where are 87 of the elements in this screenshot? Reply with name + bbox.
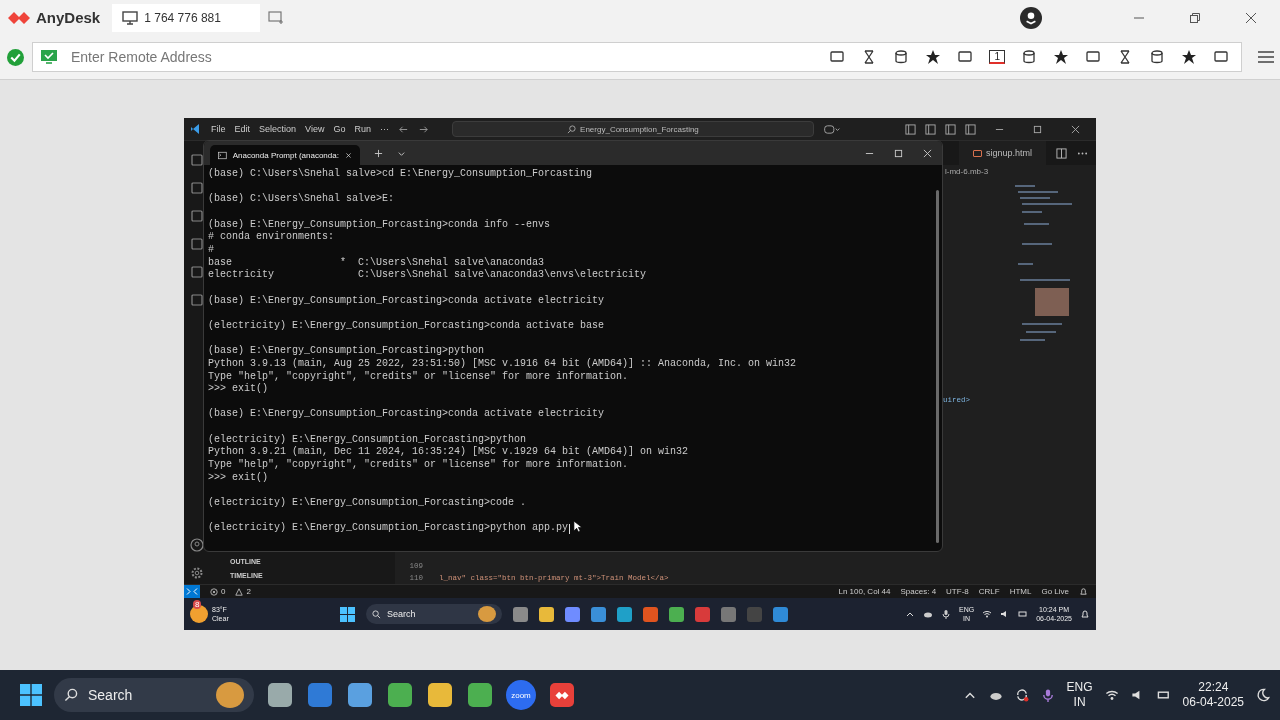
terminal-line: >>> exit() xyxy=(208,471,268,485)
anydesk-logo-icon xyxy=(8,10,30,25)
close-icon[interactable] xyxy=(1071,124,1080,134)
star-icon[interactable] xyxy=(925,49,942,66)
terminal-line: (electricity) E:\Energy_Consumption_Forcasting>code . xyxy=(208,497,527,510)
session-tab[interactable]: 1 764 776 881 xyxy=(112,3,261,32)
terminal-line: (base) E:\Energy_Consumption_Forcasting>conda activate electricity xyxy=(208,408,605,422)
menu-item[interactable]: View xyxy=(305,124,325,134)
restore-icon[interactable] xyxy=(1189,11,1201,24)
mouse-pointer-icon xyxy=(573,520,582,533)
vscode-logo-icon xyxy=(190,123,202,135)
bell-icon[interactable] xyxy=(1079,587,1088,596)
windows-start-icon[interactable] xyxy=(340,606,355,622)
notification-icon[interactable] xyxy=(1080,609,1090,619)
warning-count[interactable]: 2 xyxy=(246,587,251,596)
account-icon[interactable] xyxy=(1020,6,1042,29)
menu-icon[interactable] xyxy=(1258,50,1274,65)
breadcrumb[interactable]: l-md-6.mb-3 xyxy=(945,167,989,176)
menu-item[interactable]: File xyxy=(211,124,226,134)
command-prompt-icon xyxy=(218,150,227,160)
maximize-icon[interactable] xyxy=(894,148,903,158)
settings-icon[interactable] xyxy=(190,566,204,580)
editor-tab[interactable]: signup.html xyxy=(958,141,1046,165)
close-tab-icon[interactable] xyxy=(344,150,352,160)
status-item[interactable]: Go Live xyxy=(1041,587,1069,596)
zoom-app-icon[interactable]: zoom xyxy=(506,680,536,710)
terminal-line: # conda environments: xyxy=(208,231,335,244)
menu-item[interactable]: Go xyxy=(333,124,346,134)
status-item[interactable]: Ln 100, Col 44 xyxy=(838,587,891,596)
terminal-line: (electricity) E:\Energy_Consumption_Forcasting>python app.py xyxy=(208,522,569,536)
terminal-line: Python 3.9.21 (main, Dec 11 2024, 16:35:24) [MSC v.1929 64 bit (AMD64)] on win32 xyxy=(208,446,689,459)
more-menu-button[interactable]: ··· xyxy=(379,124,389,134)
microphone-icon[interactable] xyxy=(1040,688,1055,702)
monitor-icon xyxy=(122,10,139,25)
error-icon xyxy=(210,587,218,596)
anydesk-app-icon[interactable] xyxy=(550,683,574,707)
taskbar-search-field[interactable]: Search xyxy=(366,604,502,624)
new-session-icon[interactable] xyxy=(268,10,285,25)
terminal-line: Type "help", "copyright", "credits" or "license" for more information. xyxy=(208,370,629,383)
wifi-icon[interactable] xyxy=(982,609,993,619)
terminal-line: (electricity) E:\Energy_Consumption_Forcasting>conda activate base xyxy=(208,319,605,333)
terminal-line: Python 3.9.13 (main, Aug 25 2022, 23:51:50) [MSC v.1916 64 bit (AMD64)] :: Anaconda, Inc. on win32 xyxy=(208,357,797,371)
status-item[interactable]: CRLF xyxy=(978,587,1000,596)
database-icon[interactable] xyxy=(893,49,910,66)
connected-check-icon xyxy=(7,48,24,66)
status-item[interactable]: Spaces: 4 xyxy=(900,587,937,596)
terminal-line: # xyxy=(208,243,214,257)
menu-item[interactable]: Run xyxy=(354,124,371,134)
monitor-button[interactable]: 1 xyxy=(989,50,1005,65)
terminal-line: (base) C:\Users\Snehal salve>cd E:\Energy_Consumption_Forcasting xyxy=(208,168,593,181)
sync-icon[interactable] xyxy=(1014,688,1029,702)
terminal-tab[interactable]: Anaconda Prompt (anaconda: xyxy=(210,145,360,165)
microphone-icon[interactable] xyxy=(941,609,951,619)
restore-icon[interactable] xyxy=(1033,124,1042,134)
terminal-line: (base) E:\Energy_Consumption_Forcasting>conda activate electricity xyxy=(208,294,605,308)
close-icon[interactable] xyxy=(1245,11,1257,24)
menu-item[interactable]: Selection xyxy=(259,124,297,134)
terminal-line: (electricity) E:\Energy_Consumption_Forcasting>python xyxy=(208,433,527,446)
moon-icon[interactable] xyxy=(1256,688,1270,702)
status-item[interactable]: HTML xyxy=(1009,587,1032,596)
scrollbar[interactable] xyxy=(936,190,939,543)
windows-start-icon[interactable] xyxy=(20,684,42,706)
warning-icon xyxy=(235,587,244,596)
app-name: AnyDesk xyxy=(36,9,101,27)
terminal-line: (base) E:\Energy_Consumption_Forcasting>python xyxy=(208,345,485,358)
remote-address-field[interactable]: Enter Remote Address xyxy=(69,48,373,67)
text-cursor xyxy=(569,523,571,534)
terminal-line: >>> exit() xyxy=(208,383,268,396)
notification-badge: 8 xyxy=(193,600,202,609)
terminal-line: base * C:\Users\Snehal salve\anaconda3 xyxy=(208,256,545,269)
terminal-line: electricity C:\Users\Snehal salve\anaconda3\envs\electricity xyxy=(208,269,647,282)
weather-icon[interactable] xyxy=(190,605,208,623)
split-editor-icon[interactable] xyxy=(1056,147,1067,159)
terminal-line: (base) C:\Users\Snehal salve>E: xyxy=(208,193,395,206)
clock[interactable]: 22:24 06-04-2025 xyxy=(1182,680,1244,710)
error-count[interactable]: 0 xyxy=(221,587,226,596)
status-item[interactable]: UTF-8 xyxy=(946,587,969,596)
new-tab-icon[interactable] xyxy=(374,148,383,158)
monitor-check-icon xyxy=(41,50,57,65)
battery-icon[interactable] xyxy=(1018,609,1029,619)
menu-item[interactable]: Edit xyxy=(234,124,251,134)
terminal-line: (base) E:\Energy_Consumption_Forcasting>conda info --envs xyxy=(208,218,551,231)
terminal-line: Type "help", "copyright", "credits" or "license" for more information. xyxy=(208,459,629,472)
language-indicator[interactable]: ENG IN xyxy=(1066,680,1093,710)
wifi-icon[interactable] xyxy=(1104,688,1119,702)
taskbar-search-field[interactable]: Search xyxy=(54,678,254,712)
command-search-field[interactable]: Energy_Consumption_Forcasting xyxy=(451,121,814,137)
